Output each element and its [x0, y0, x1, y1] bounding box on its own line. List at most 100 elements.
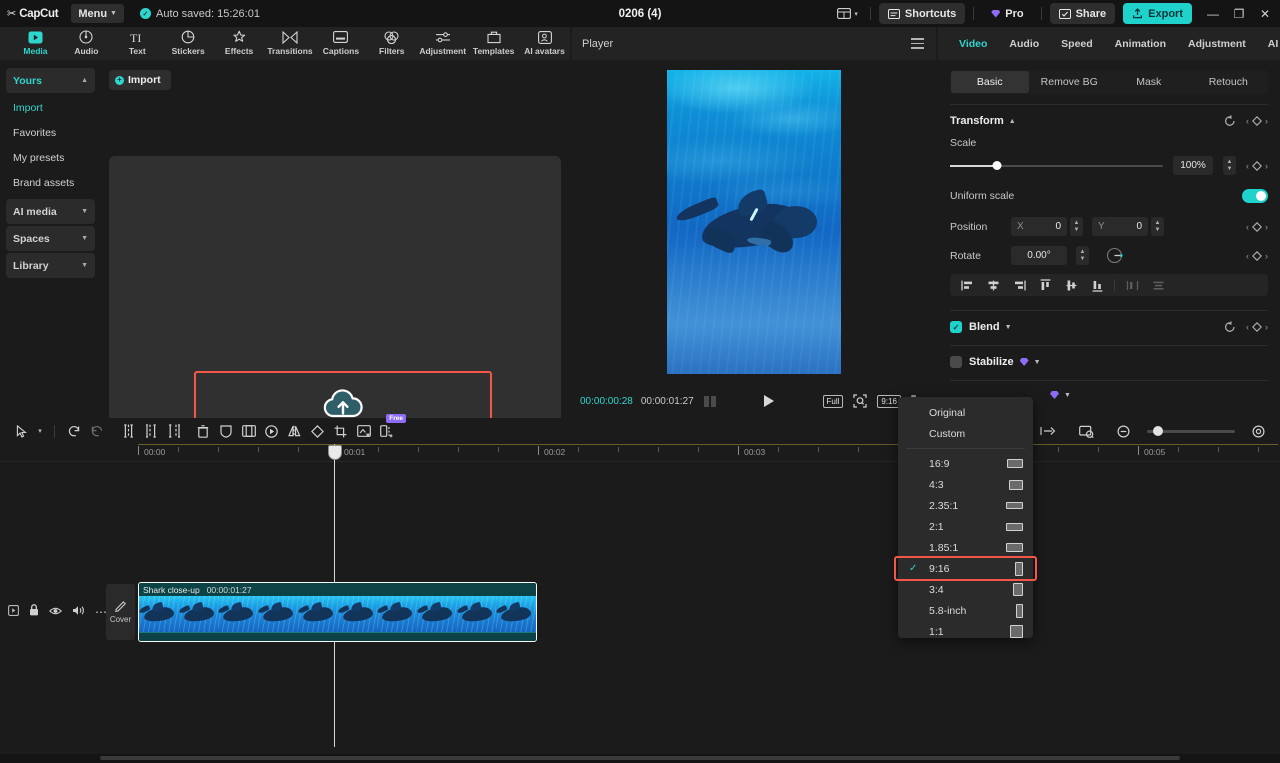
timeline-clip[interactable]: Shark close-up 00:00:01:27 — [138, 582, 537, 642]
sidebar-item-brand-assets[interactable]: Brand assets — [6, 170, 95, 195]
rotate-dial[interactable] — [1106, 247, 1123, 264]
rotate-button[interactable] — [306, 420, 329, 442]
split-button[interactable] — [117, 420, 140, 442]
tool-tab-adjustment[interactable]: Adjustment — [417, 27, 468, 56]
mask-button[interactable] — [214, 420, 237, 442]
uniform-scale-toggle[interactable] — [1242, 189, 1268, 203]
subtab-basic[interactable]: Basic — [951, 71, 1029, 93]
keyframe-prev-icon[interactable]: ‹ — [1246, 322, 1249, 332]
align-right-icon[interactable] — [1006, 275, 1032, 295]
lock-icon[interactable] — [29, 603, 39, 621]
close-button[interactable]: ✕ — [1252, 0, 1278, 27]
position-keyframe[interactable]: ‹ › — [1246, 222, 1268, 232]
keyframe-next-icon[interactable]: › — [1265, 322, 1268, 332]
ratio-option-custom[interactable]: Custom — [898, 423, 1033, 444]
tool-tab-transitions[interactable]: Transitions — [265, 27, 316, 56]
sidebar-item-import[interactable]: Import — [6, 95, 95, 120]
scale-stepper[interactable]: ▲▼ — [1223, 156, 1236, 175]
ratio-option-16-9[interactable]: 16:9 — [898, 453, 1033, 474]
transform-handle-top-right[interactable] — [833, 70, 841, 78]
align-center-horizontal-icon[interactable] — [980, 275, 1006, 295]
tool-tab-effects[interactable]: Effects — [214, 27, 265, 56]
trim-right-button[interactable] — [163, 420, 186, 442]
sidebar-item-spaces[interactable]: Spaces ▼ — [6, 226, 95, 251]
menu-button[interactable]: Menu ▼ — [71, 4, 124, 23]
transform-handle-bottom-left[interactable] — [667, 366, 675, 374]
transform-handle-top-left[interactable] — [667, 70, 675, 78]
rotate-value-field[interactable]: 0.00° — [1011, 246, 1067, 265]
delete-button[interactable] — [191, 420, 214, 442]
scale-slider[interactable] — [950, 165, 1163, 167]
mirror-button[interactable] — [283, 420, 306, 442]
timeline-zoom-slider[interactable] — [1147, 430, 1235, 433]
keyframe-next-icon[interactable]: › — [1265, 161, 1268, 171]
playhead-handle[interactable] — [328, 445, 342, 460]
shortcuts-button[interactable]: Shortcuts — [879, 3, 965, 24]
position-x-field[interactable]: X 0 — [1011, 217, 1067, 236]
ratio-option-185-1[interactable]: 1.85:1 — [898, 537, 1033, 558]
auto-reframe-button[interactable]: Free — [375, 420, 398, 442]
undo-button[interactable] — [62, 420, 85, 442]
subtab-remove-bg[interactable]: Remove BG — [1031, 71, 1109, 93]
reset-icon[interactable] — [1224, 321, 1236, 333]
speed-button[interactable] — [260, 420, 283, 442]
sidebar-item-ai-media[interactable]: AI media ▼ — [6, 199, 95, 224]
sidebar-item-favorites[interactable]: Favorites — [6, 120, 95, 145]
rotate-stepper[interactable]: ▲▼ — [1076, 246, 1089, 265]
keyframe-next-icon[interactable]: › — [1265, 251, 1268, 261]
tab-video[interactable]: Video — [948, 38, 998, 50]
grid-icon[interactable] — [704, 396, 716, 407]
export-button[interactable]: Export — [1123, 3, 1192, 24]
link-clip-button[interactable] — [1036, 420, 1059, 442]
keyframe-prev-icon[interactable]: ‹ — [1246, 161, 1249, 171]
tab-adjustment[interactable]: Adjustment — [1177, 38, 1257, 50]
ratio-option-1-1[interactable]: 1:1 — [898, 621, 1033, 642]
chevron-down-icon[interactable]: ▼ — [1034, 359, 1041, 366]
tool-tab-stickers[interactable]: Stickers — [163, 27, 214, 56]
distribute-horizontal-icon[interactable] — [1119, 275, 1145, 295]
scale-slider-knob[interactable] — [992, 161, 1001, 170]
pro-button[interactable]: Pro — [982, 3, 1032, 24]
share-button[interactable]: Share — [1050, 3, 1116, 24]
keyframe-prev-icon[interactable]: ‹ — [1246, 116, 1249, 126]
tab-ai-stylize[interactable]: AI stylize — [1257, 38, 1280, 50]
sidebar-item-library[interactable]: Library ▼ — [6, 253, 95, 278]
select-tool-icon[interactable] — [10, 420, 33, 442]
keyframe-diamond-icon[interactable] — [1252, 116, 1262, 126]
align-top-icon[interactable] — [1032, 275, 1058, 295]
ratio-option-3-4[interactable]: 3:4 — [898, 579, 1033, 600]
stabilize-checkbox[interactable] — [950, 356, 962, 368]
scale-keyframe[interactable]: ‹ › — [1246, 161, 1268, 171]
freeze-frame-button[interactable] — [237, 420, 260, 442]
scale-value-field[interactable]: 100% — [1173, 156, 1213, 175]
chevron-up-icon[interactable]: ▲ — [1009, 118, 1016, 125]
keyframe-next-icon[interactable]: › — [1265, 116, 1268, 126]
subtab-mask[interactable]: Mask — [1110, 71, 1188, 93]
tool-tab-audio[interactable]: Audio — [61, 27, 112, 56]
keyframe-diamond-icon[interactable] — [1252, 161, 1262, 171]
ratio-option-4-3[interactable]: 4:3 — [898, 474, 1033, 495]
keyframe-diamond-icon[interactable] — [1252, 251, 1262, 261]
position-y-field[interactable]: Y 0 — [1092, 217, 1148, 236]
full-quality-button[interactable]: Full — [823, 395, 844, 408]
minimize-button[interactable]: — — [1200, 0, 1226, 27]
tool-tab-captions[interactable]: Captions — [315, 27, 366, 56]
track-type-icon[interactable] — [8, 603, 19, 621]
zoom-out-button[interactable] — [1112, 420, 1135, 442]
volume-icon[interactable] — [72, 603, 85, 621]
blend-checkbox[interactable]: ✓ — [950, 321, 962, 333]
tool-tab-ai-avatars[interactable]: AI avatars — [519, 27, 570, 56]
align-left-icon[interactable] — [954, 275, 980, 295]
align-middle-vertical-icon[interactable] — [1058, 275, 1084, 295]
keyframe-diamond-icon[interactable] — [1252, 222, 1262, 232]
align-bottom-icon[interactable] — [1084, 275, 1110, 295]
distribute-vertical-icon[interactable] — [1145, 275, 1171, 295]
ratio-option-235-1[interactable]: 2.35:1 — [898, 495, 1033, 516]
chevron-down-icon[interactable]: ▼ — [1005, 324, 1012, 331]
keyframe-prev-icon[interactable]: ‹ — [1246, 222, 1249, 232]
tool-tab-templates[interactable]: Templates — [468, 27, 519, 56]
maximize-button[interactable]: ❐ — [1226, 0, 1252, 27]
ratio-option-original[interactable]: Original — [898, 402, 1033, 423]
tool-tab-media[interactable]: Media — [10, 27, 61, 56]
player-menu-icon[interactable] — [911, 38, 924, 49]
